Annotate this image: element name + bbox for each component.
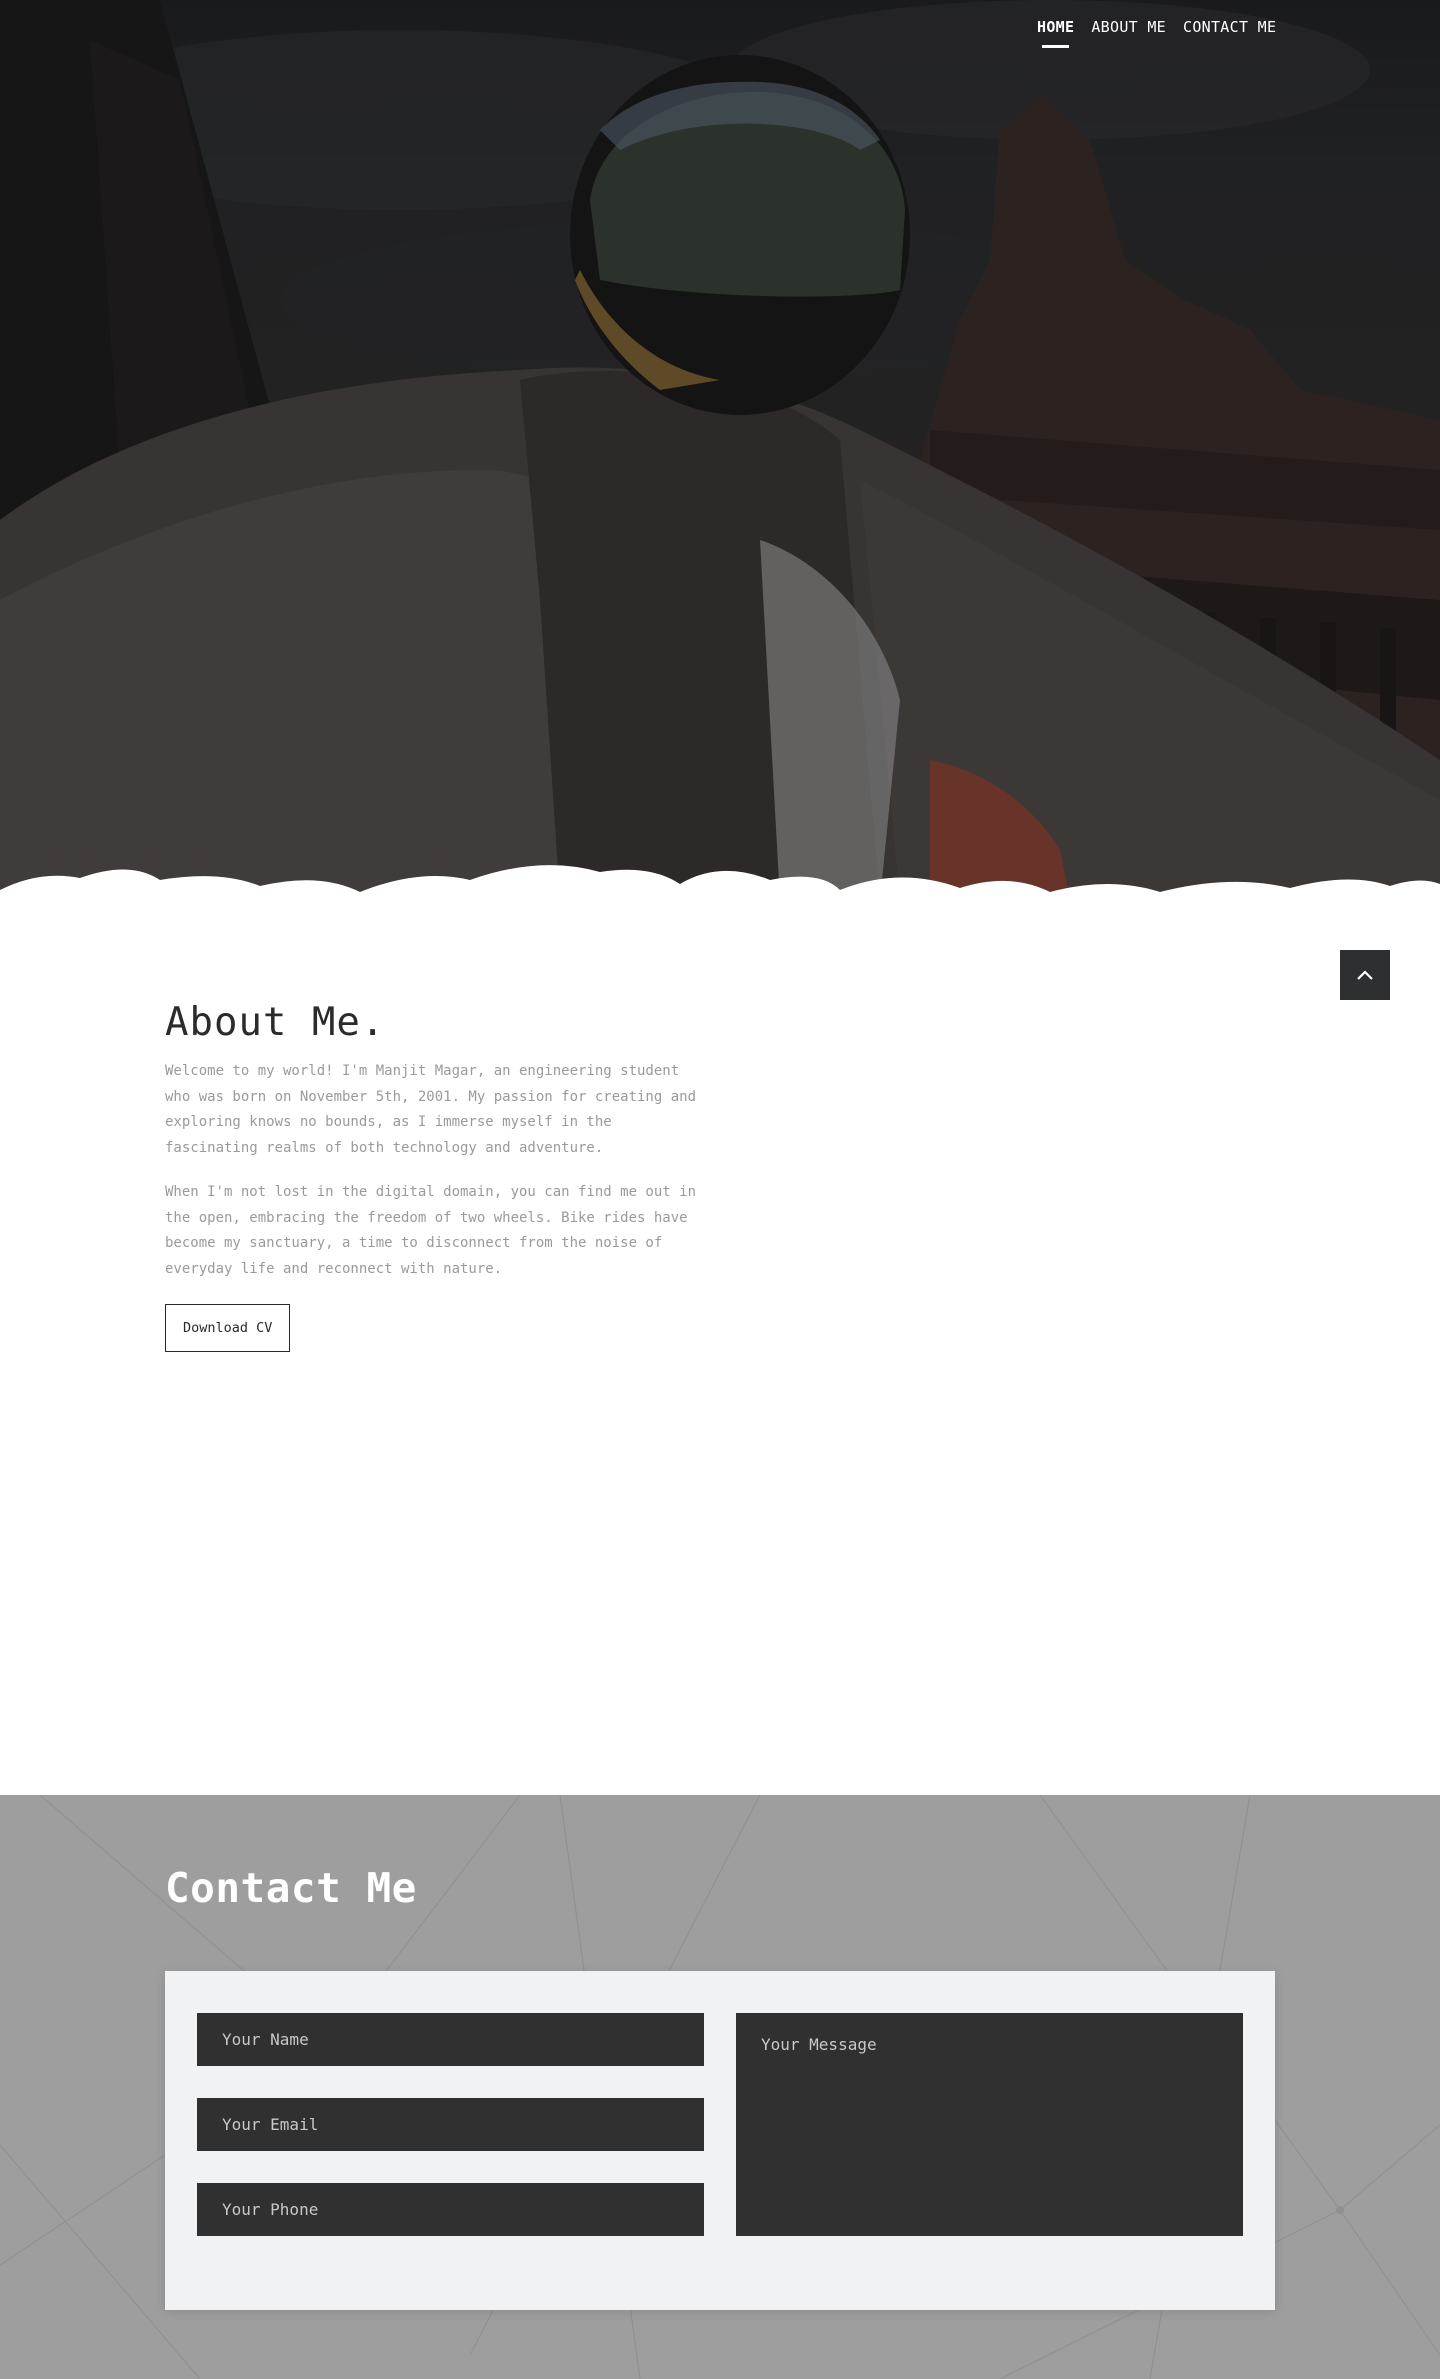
download-cv-button[interactable]: Download CV [165, 1304, 291, 1352]
about-paragraph-intro: Welcome to my world! I'm Manjit Magar, a… [165, 1063, 697, 1156]
email-field[interactable] [197, 2098, 704, 2151]
contact-form [165, 1971, 1275, 2310]
about-heading: About Me. [165, 1000, 386, 1045]
hero-banner: HOME ABOUT ME CONTACT ME [0, 0, 1440, 900]
phone-field[interactable] [197, 2183, 704, 2236]
chevron-up-icon [1357, 970, 1373, 980]
name-field[interactable] [197, 2013, 704, 2066]
back-to-top-button[interactable] [1340, 950, 1390, 1000]
about-section: About Me. Welcome to my world! I'm Manji… [165, 1000, 710, 1352]
about-paragraph-hobbies: When I'm not lost in the digital domain,… [165, 1184, 697, 1277]
contact-section: Contact Me [0, 1795, 1440, 2379]
nav-contact-link[interactable]: CONTACT ME [1183, 18, 1276, 48]
nav-about-link[interactable]: ABOUT ME [1091, 18, 1166, 48]
main-nav: HOME ABOUT ME CONTACT ME [1037, 18, 1276, 48]
message-field[interactable] [736, 2013, 1243, 2236]
hero-background-image [0, 0, 1440, 900]
contact-heading: Contact Me [165, 1864, 417, 1912]
nav-home-link[interactable]: HOME [1037, 18, 1074, 48]
